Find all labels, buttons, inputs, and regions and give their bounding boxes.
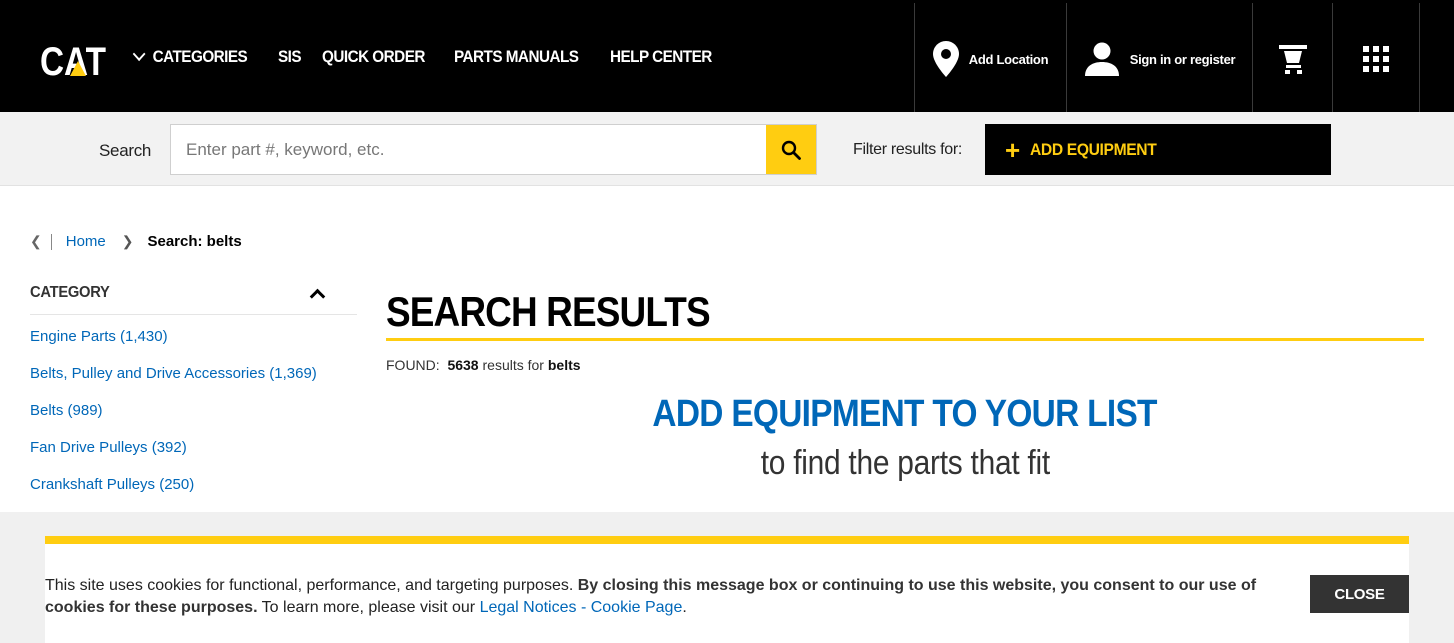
search-bar: Search Filter results for: + ADD EQUIPME…: [0, 112, 1454, 186]
location-pin-icon: [932, 41, 959, 77]
nav-utilities: Add Location Sign in or register: [914, 3, 1420, 115]
add-location-button[interactable]: Add Location: [914, 3, 1066, 115]
category-list: Engine Parts (1,430) Belts, Pulley and D…: [30, 328, 357, 493]
main-nav: CATEGORIES SIS QUICK ORDER PARTS MANUALS…: [131, 46, 741, 67]
category-item-fan-drive-pulleys[interactable]: Fan Drive Pulleys (392): [30, 439, 357, 456]
nav-parts-manuals[interactable]: PARTS MANUALS: [454, 47, 579, 67]
breadcrumb-current: Search: belts: [147, 233, 242, 250]
nav-categories-label: CATEGORIES: [152, 47, 248, 66]
search-input[interactable]: [171, 125, 767, 174]
found-count: 5638: [447, 357, 479, 373]
category-title: CATEGORY: [30, 284, 110, 301]
breadcrumb-divider: [50, 233, 52, 250]
found-query: belts: [547, 357, 581, 373]
cookie-banner: This site uses cookies for functional, p…: [45, 536, 1409, 643]
back-chevron-icon[interactable]: ❮: [30, 233, 42, 250]
search-box: [170, 124, 817, 175]
user-icon: [1084, 42, 1119, 76]
category-item-crankshaft-pulleys[interactable]: Crankshaft Pulleys (250): [30, 476, 357, 493]
cookie-text-end: .: [682, 599, 687, 616]
apps-button[interactable]: [1332, 3, 1420, 115]
breadcrumb: ❮ Home ❯ Search: belts: [30, 233, 242, 250]
add-equipment-label: ADD EQUIPMENT: [1030, 139, 1157, 159]
promo-heading-text: ADD EQUIPMENT TO YOUR LIST: [652, 393, 1158, 435]
promo-heading: ADD EQUIPMENT TO YOUR LIST: [385, 393, 1425, 436]
search-icon: [781, 140, 801, 160]
cart-icon: [1278, 45, 1307, 74]
category-sidebar: CATEGORY Engine Parts (1,430) Belts, Pul…: [30, 284, 357, 493]
promo-subheading: to find the parts that fit: [385, 444, 1425, 483]
nav-categories[interactable]: CATEGORIES: [131, 46, 248, 67]
category-header[interactable]: CATEGORY: [30, 284, 357, 315]
cookie-text-1: This site uses cookies for functional, p…: [45, 577, 574, 594]
chevron-up-icon[interactable]: [309, 288, 326, 304]
apps-grid-icon: [1363, 46, 1389, 72]
breadcrumb-home-link[interactable]: Home: [66, 233, 106, 250]
category-item-engine-parts[interactable]: Engine Parts (1,430): [30, 328, 357, 345]
category-item-belts[interactable]: Belts (989): [30, 402, 357, 419]
cookie-message: This site uses cookies for functional, p…: [45, 575, 1265, 619]
search-label: Search: [99, 141, 152, 160]
nav-sis[interactable]: SIS: [278, 47, 302, 67]
found-prefix: FOUND:: [386, 357, 440, 373]
cookie-policy-link[interactable]: Legal Notices - Cookie Page: [480, 599, 683, 616]
cart-button[interactable]: [1252, 3, 1332, 115]
promo-sub-text: to find the parts that fit: [760, 444, 1050, 482]
found-mid: results for: [482, 357, 544, 373]
cookie-banner-overlay: This site uses cookies for functional, p…: [0, 512, 1454, 643]
results-count: FOUND: 5638 results for belts: [386, 357, 581, 373]
filter-label: Filter results for:: [853, 141, 962, 158]
cookie-text-2: To learn more, please visit our: [261, 599, 476, 616]
sign-in-label: Sign in or register: [1129, 51, 1236, 67]
category-item-belts-pulley-drive[interactable]: Belts, Pulley and Drive Accessories (1,3…: [30, 365, 357, 382]
title-divider: [386, 338, 1424, 341]
page-title: SEARCH RESULTS: [386, 288, 711, 335]
top-nav: CAT CATEGORIES SIS QUICK ORDER PARTS MAN…: [0, 0, 1454, 115]
chevron-down-icon: [132, 46, 146, 62]
add-equipment-button[interactable]: + ADD EQUIPMENT: [985, 124, 1331, 175]
plus-icon: +: [1005, 134, 1021, 165]
sign-in-button[interactable]: Sign in or register: [1066, 3, 1252, 115]
nav-help-center[interactable]: HELP CENTER: [610, 47, 712, 67]
search-button[interactable]: [766, 125, 816, 174]
cat-logo[interactable]: CAT: [40, 39, 110, 84]
add-location-label: Add Location: [968, 51, 1049, 67]
nav-quick-order[interactable]: QUICK ORDER: [322, 47, 425, 67]
chevron-right-icon: ❯: [121, 233, 134, 249]
cookie-close-button[interactable]: CLOSE: [1310, 575, 1409, 613]
